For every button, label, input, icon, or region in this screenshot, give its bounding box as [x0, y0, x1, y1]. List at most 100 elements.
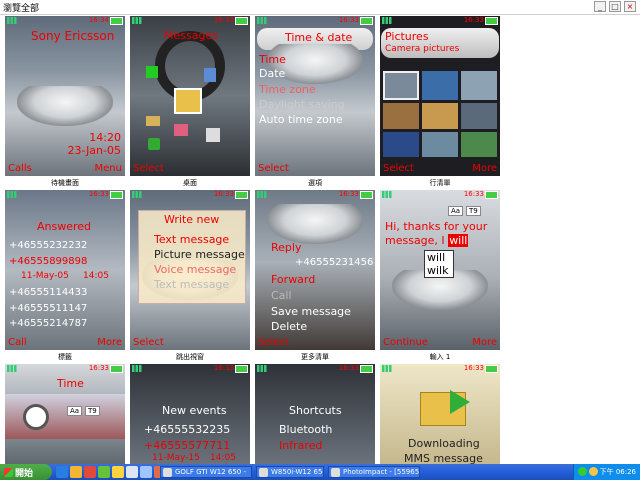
messenger-icon[interactable]: [112, 466, 124, 478]
minimize-button[interactable]: _: [594, 1, 606, 12]
softkey-left[interactable]: Call: [8, 337, 27, 348]
picture-thumbnail[interactable]: [383, 103, 419, 129]
menu-item-call[interactable]: Call: [271, 289, 292, 302]
phone-screen-answered-calls[interactable]: 16:33 Answered +46555232232 +46555899898…: [5, 190, 125, 350]
organizer-icon[interactable]: [174, 124, 188, 136]
menu-item-time-zone[interactable]: Time zone: [259, 83, 316, 96]
taskbar-window-photoimpact[interactable]: PhotoImpact - [55965...: [328, 466, 420, 478]
phone-screen-pictures[interactable]: 16:33 Pictures Camera pictures Select Mo…: [380, 16, 500, 176]
menu-item-date[interactable]: Date: [259, 67, 285, 80]
play-icon[interactable]: [146, 66, 158, 78]
start-button[interactable]: 開始: [0, 464, 52, 480]
battery-icon: [360, 17, 373, 25]
menu-item-save-message[interactable]: Save message: [271, 305, 351, 318]
settings-icon[interactable]: [148, 138, 160, 150]
call-entry[interactable]: +46555511147: [9, 303, 87, 314]
popup-item-picture-message[interactable]: Picture message: [154, 248, 245, 261]
softkey-left[interactable]: Select: [258, 163, 289, 174]
phone-screen-new-events[interactable]: 16:33 New events +46555532235 +465555777…: [130, 364, 250, 464]
event-date: 11-May-15: [152, 453, 200, 463]
shortcut-bluetooth[interactable]: Bluetooth: [279, 423, 332, 436]
phone-screen-downloading[interactable]: 16:33 Downloading MMS message: [380, 364, 500, 464]
signal-icon: [382, 17, 394, 24]
task-label: PhotoImpact - [55965...: [343, 468, 420, 476]
menu-item-delete[interactable]: Delete: [271, 320, 307, 333]
picture-thumbnail[interactable]: [461, 71, 497, 101]
call-date: 11-May-05: [21, 271, 69, 281]
download-line: MMS message: [404, 452, 483, 464]
suggestion-item[interactable]: wilk: [425, 264, 453, 277]
popup-item-extra[interactable]: Text message: [154, 278, 229, 291]
menu-item-daylight-saving[interactable]: Daylight saving: [259, 98, 345, 111]
call-entry[interactable]: +46555232232: [9, 240, 87, 251]
picture-thumbnail[interactable]: [383, 131, 419, 157]
softkey-right[interactable]: Menu: [95, 163, 122, 174]
phone-screen-text-input[interactable]: 16:33 Aa T9 Hi, thanks for your message,…: [380, 190, 500, 350]
message-envelope-icon[interactable]: [174, 88, 202, 114]
softkey-left[interactable]: Select: [133, 337, 164, 348]
phone-screen-standby[interactable]: 16:34 Sony Ericsson 14:20 23-Jan-05 Call…: [5, 16, 125, 176]
suggestion-item[interactable]: will: [425, 251, 453, 264]
picture-thumbnail[interactable]: [461, 131, 497, 157]
window-title: 瀏覽全部: [3, 4, 40, 14]
call-entry-selected[interactable]: +46555899898: [9, 256, 87, 267]
taskbar: 開始 GOLF GTI W12 650 - W850i-W12 650 thu.…: [0, 464, 640, 480]
close-button[interactable]: ×: [624, 1, 636, 12]
event-entry-selected[interactable]: +46555577711: [144, 439, 230, 452]
screen-caption: 選項: [308, 179, 322, 187]
softkey-right[interactable]: More: [472, 163, 497, 174]
menu-item-auto-time-zone[interactable]: Auto time zone: [259, 113, 343, 126]
folder-icon[interactable]: [70, 466, 82, 478]
picture-thumbnail[interactable]: [422, 103, 458, 129]
ie-icon[interactable]: [56, 466, 68, 478]
picture-thumbnail[interactable]: [422, 131, 458, 157]
softkey-right[interactable]: More: [97, 337, 122, 348]
menu-item-reply[interactable]: Reply: [271, 241, 301, 254]
taskbar-window-w850i[interactable]: W850i-W12 650 thu...: [256, 466, 324, 478]
maximize-button[interactable]: □: [609, 1, 621, 12]
softkey-left[interactable]: Select: [133, 163, 164, 174]
shortcut-infrared[interactable]: Infrared: [279, 439, 322, 452]
phone-screen-main-menu[interactable]: 16:33 Messages Select: [130, 16, 250, 176]
contacts-icon[interactable]: [204, 68, 216, 82]
popup-item-text-message[interactable]: Text message: [154, 233, 229, 246]
window-icon: [259, 468, 268, 477]
folder-icon[interactable]: [146, 116, 160, 126]
analog-clock-icon: [23, 404, 49, 430]
picture-thumbnail[interactable]: [422, 71, 458, 101]
call-entry[interactable]: +46555214787: [9, 318, 87, 329]
softkey-right[interactable]: More: [472, 337, 497, 348]
softkey-left[interactable]: Calls: [8, 163, 32, 174]
task-label: GOLF GTI W12 650 -: [175, 468, 246, 476]
signal-icon: [7, 191, 19, 198]
softkey-left[interactable]: Select: [258, 337, 289, 348]
app-icon[interactable]: [98, 466, 110, 478]
softkey-left[interactable]: Select: [383, 163, 414, 174]
phone-screen-shortcuts[interactable]: 16:33 Shortcuts Bluetooth Infrared: [255, 364, 375, 464]
phone-screen-more-list[interactable]: 16:33 +46555231456 Reply Forward Call Sa…: [255, 190, 375, 350]
media-icon[interactable]: [84, 466, 96, 478]
status-time: 16:33: [213, 190, 234, 198]
picture-thumbnail[interactable]: [383, 71, 419, 101]
menu-item-forward[interactable]: Forward: [271, 273, 315, 286]
message-text[interactable]: Hi, thanks for your message, I will: [385, 220, 495, 248]
app-icon[interactable]: [126, 466, 138, 478]
call-entry[interactable]: +46555114433: [9, 287, 87, 298]
phone-screen-write-new[interactable]: 16:33 Write new Text message Picture mes…: [130, 190, 250, 350]
picture-thumbnail[interactable]: [461, 103, 497, 129]
network-icon[interactable]: [578, 467, 587, 476]
volume-icon[interactable]: [589, 467, 598, 476]
softkey-left[interactable]: Continue: [383, 337, 428, 348]
start-label: 開始: [15, 468, 34, 479]
signal-icon: [7, 365, 19, 372]
phone-screen-time-date[interactable]: 16:33 Time & date Time Date Time zone Da…: [255, 16, 375, 176]
taskbar-window-golf[interactable]: GOLF GTI W12 650 -: [160, 466, 252, 478]
app-icon[interactable]: [140, 466, 152, 478]
event-entry[interactable]: +46555532235: [144, 423, 230, 436]
calls-icon[interactable]: [206, 128, 220, 142]
screen-caption: 待機畫面: [51, 179, 79, 187]
tray-clock[interactable]: 下午 06:26: [600, 467, 636, 477]
menu-item-time[interactable]: Time: [259, 53, 286, 66]
phone-screen-time[interactable]: 16:33 Time Aa T9: [5, 364, 125, 464]
popup-item-voice-message[interactable]: Voice message: [154, 263, 236, 276]
